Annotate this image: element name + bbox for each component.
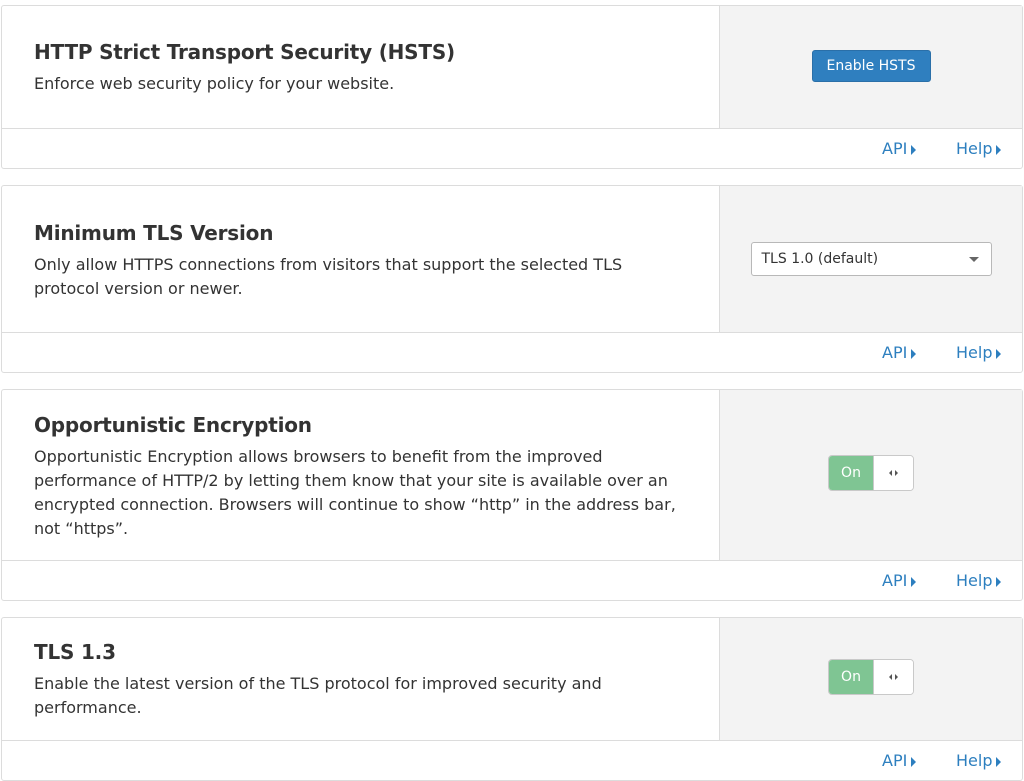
card-footer: API Help [2,560,1022,601]
api-link[interactable]: API [882,569,917,593]
caret-right-icon [996,576,1002,587]
caret-right-icon [911,576,917,587]
tls13-card: TLS 1.3 Enable the latest version of the… [1,617,1023,781]
card-footer: API Help [2,128,1022,169]
opportunistic-encryption-control-panel: On [719,390,1022,560]
toggle-state-label: On [829,456,873,490]
api-link[interactable]: API [882,749,917,773]
card-description: Opportunistic Encryption allows browsers… [34,447,676,538]
toggle-handle[interactable] [873,660,913,694]
drag-handle-icon [889,470,898,476]
enable-hsts-button[interactable]: Enable HSTS [811,50,931,82]
card-title: TLS 1.3 [34,640,116,664]
tls13-info: TLS 1.3 Enable the latest version of the… [2,618,719,740]
tls13-control-panel: On [719,618,1022,740]
min-tls-control-panel: TLS 1.0 (default) [719,186,1022,332]
toggle-state-label: On [829,660,873,694]
card-description: Only allow HTTPS connections from visito… [34,255,623,298]
card-title: Opportunistic Encryption [34,413,312,437]
help-link-label: Help [956,571,993,590]
caret-right-icon [996,756,1002,767]
help-link[interactable]: Help [956,137,1002,161]
help-link-label: Help [956,751,993,770]
toggle-handle[interactable] [873,456,913,490]
help-link-label: Help [956,343,993,362]
caret-right-icon [996,144,1002,155]
card-description: Enable the latest version of the TLS pro… [34,674,602,717]
hsts-control-panel: Enable HSTS [719,6,1022,128]
caret-right-icon [911,144,917,155]
min-tls-card: Minimum TLS Version Only allow HTTPS con… [1,185,1023,373]
caret-right-icon [996,348,1002,359]
hsts-info: HTTP Strict Transport Security (HSTS) En… [2,6,719,128]
tls-version-select[interactable]: TLS 1.0 (default) [750,242,992,276]
api-link[interactable]: API [882,341,917,365]
help-link[interactable]: Help [956,569,1002,593]
tls13-toggle[interactable]: On [828,659,914,695]
help-link-label: Help [956,139,993,158]
opportunistic-encryption-card: Opportunistic Encryption Opportunistic E… [1,389,1023,601]
chevron-down-icon [968,257,979,262]
card-description: Enforce web security policy for your web… [34,74,395,93]
card-footer: API Help [2,740,1022,781]
api-link[interactable]: API [882,137,917,161]
card-title: HTTP Strict Transport Security (HSTS) [34,40,455,64]
tls-version-value: TLS 1.0 (default) [761,251,879,267]
min-tls-info: Minimum TLS Version Only allow HTTPS con… [2,186,719,332]
opportunistic-encryption-info: Opportunistic Encryption Opportunistic E… [2,390,719,560]
hsts-card: HTTP Strict Transport Security (HSTS) En… [1,5,1023,169]
api-link-label: API [882,751,908,770]
drag-handle-icon [889,674,898,680]
card-footer: API Help [2,332,1022,373]
api-link-label: API [882,343,908,362]
help-link[interactable]: Help [956,341,1002,365]
caret-right-icon [911,348,917,359]
api-link-label: API [882,571,908,590]
caret-right-icon [911,756,917,767]
help-link[interactable]: Help [956,749,1002,773]
opportunistic-encryption-toggle[interactable]: On [828,455,914,491]
card-title: Minimum TLS Version [34,221,274,245]
api-link-label: API [882,139,908,158]
